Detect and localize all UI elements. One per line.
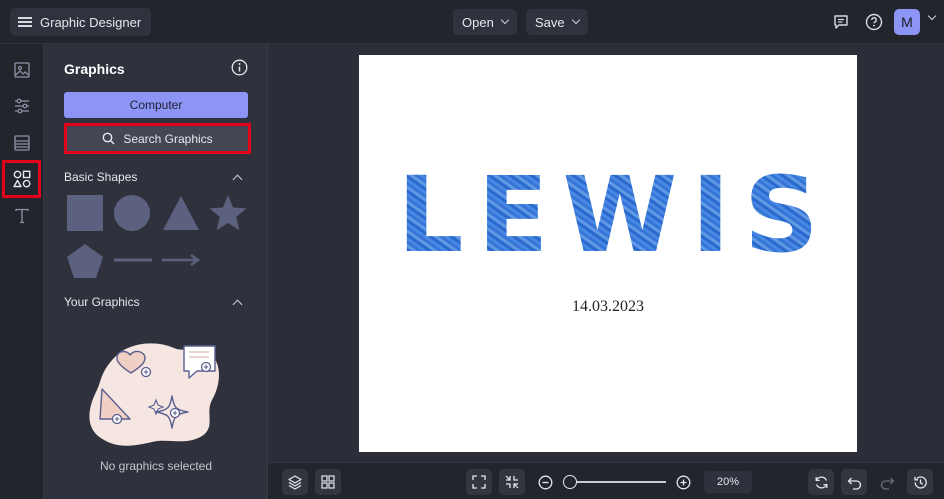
circle-shape[interactable] <box>113 194 151 232</box>
bottom-toolbar: 20% <box>268 462 944 499</box>
square-shape[interactable] <box>66 194 104 232</box>
empty-graphics-message: No graphics selected <box>99 459 213 473</box>
open-label: Open <box>462 14 494 30</box>
app-menu-button[interactable]: Graphic Designer <box>10 8 152 36</box>
text-icon <box>15 208 29 224</box>
zoom-in-icon <box>676 475 690 489</box>
search-icon <box>102 132 115 145</box>
chevron-up-icon[interactable] <box>232 299 243 310</box>
feedback-button[interactable] <box>828 9 854 35</box>
zoom-out-button[interactable] <box>532 469 558 495</box>
design-canvas[interactable]: LEWIS 14.03.2023 <box>359 55 857 452</box>
zoom-in-button[interactable] <box>670 469 696 495</box>
save-label: Save <box>535 14 565 30</box>
avatar[interactable]: M <box>894 9 920 35</box>
headline-text[interactable]: LEWIS <box>359 163 857 267</box>
fit-screen-button[interactable] <box>466 469 492 495</box>
expand-icon <box>472 475 486 489</box>
layers-icon <box>288 475 302 490</box>
history-button[interactable] <box>907 469 933 495</box>
open-dropdown[interactable]: Open <box>453 9 517 35</box>
panel-title: Graphics <box>64 61 125 77</box>
save-dropdown[interactable]: Save <box>526 9 588 35</box>
rail-item-graphics[interactable] <box>2 160 41 198</box>
zoom-slider-track[interactable] <box>570 481 666 483</box>
undo-button[interactable] <box>841 469 867 495</box>
top-bar: Graphic Designer Open Save M <box>0 0 944 44</box>
image-icon <box>14 62 30 78</box>
chevron-down-icon <box>571 15 580 25</box>
undo-icon <box>847 477 861 490</box>
arrow-shape[interactable] <box>161 253 201 267</box>
zoom-level[interactable]: 20% <box>704 471 752 493</box>
zoom-slider-handle[interactable] <box>563 475 577 489</box>
pentagon-shape[interactable] <box>66 243 104 279</box>
chevron-up-icon[interactable] <box>232 174 243 185</box>
date-text[interactable]: 14.03.2023 <box>359 298 857 316</box>
reset-button[interactable] <box>808 469 834 495</box>
redo-icon <box>880 477 894 490</box>
grid-button[interactable] <box>315 469 341 495</box>
rail-item-adjust[interactable] <box>8 92 36 120</box>
search-graphics-label: Search Graphics <box>123 131 213 146</box>
rail-item-image[interactable] <box>8 56 36 84</box>
graphics-icon <box>12 170 31 188</box>
basic-shapes-header[interactable]: Basic Shapes <box>64 170 137 184</box>
history-icon <box>913 475 927 489</box>
rail-item-text[interactable] <box>8 202 36 230</box>
help-button[interactable] <box>861 9 887 35</box>
tool-rail <box>0 44 44 499</box>
rail-item-layout[interactable] <box>8 129 36 157</box>
your-graphics-header[interactable]: Your Graphics <box>64 295 140 309</box>
triangle-shape[interactable] <box>161 194 201 232</box>
zoom-out-icon <box>538 475 552 489</box>
empty-graphics-illustration <box>89 343 219 446</box>
app-title: Graphic Designer <box>40 14 142 30</box>
info-button[interactable] <box>231 59 248 81</box>
layers-button[interactable] <box>282 469 308 495</box>
refresh-icon <box>815 476 827 488</box>
chat-icon <box>834 15 848 29</box>
graphics-panel: Graphics Computer Search Graphics Basic … <box>44 44 268 499</box>
line-shape[interactable] <box>113 254 153 266</box>
chevron-down-icon <box>500 15 510 25</box>
layout-icon <box>14 135 30 151</box>
search-graphics-button[interactable]: Search Graphics <box>64 123 251 154</box>
help-icon <box>865 13 883 31</box>
redo-button[interactable] <box>874 469 900 495</box>
shrink-icon <box>505 475 519 489</box>
chevron-down-icon[interactable] <box>927 11 937 21</box>
grid-icon <box>321 475 335 489</box>
shrink-button[interactable] <box>499 469 525 495</box>
sliders-icon <box>15 98 29 114</box>
hamburger-icon <box>18 17 32 27</box>
info-icon <box>231 59 248 76</box>
computer-upload-button[interactable]: Computer <box>64 92 248 118</box>
star-shape[interactable] <box>208 193 248 233</box>
